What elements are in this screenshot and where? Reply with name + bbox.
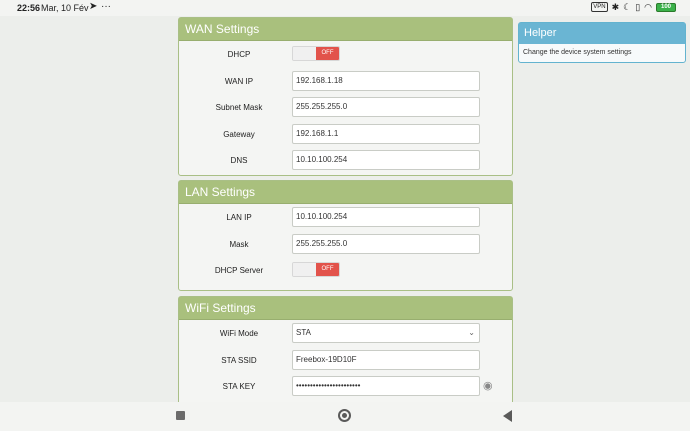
dhcp-toggle[interactable]: OFF xyxy=(292,46,340,61)
sta-ssid-input[interactable]: Freebox-19D10F xyxy=(292,349,480,370)
dhcp-server-toggle[interactable]: OFF xyxy=(292,262,340,277)
telegram-icon: ➤ xyxy=(89,1,98,12)
dhcp-row: DHCP OFF xyxy=(179,41,512,68)
mask-input[interactable]: 255.255.255.0 xyxy=(292,233,480,254)
wifi-mode-value: STA xyxy=(296,328,311,337)
recent-apps-icon[interactable] xyxy=(176,411,185,420)
toggle-state: OFF xyxy=(316,263,339,276)
subnet-mask-input[interactable]: 255.255.255.0 xyxy=(292,97,480,117)
wifi-mode-row: WiFi Mode STA ⌄ xyxy=(179,320,512,347)
toggle-knob xyxy=(293,263,316,276)
subnet-mask-row: Subnet Mask 255.255.255.0 xyxy=(179,94,512,121)
wifi-mode-select[interactable]: STA ⌄ xyxy=(292,323,480,343)
wan-ip-row: WAN IP 192.168.1.18 xyxy=(179,68,512,95)
sta-key-row: STA KEY ••••••••••••••••••••••• ◉ xyxy=(179,373,512,400)
status-bar: 22:56 Mar, 10 Fév ➤ ··· VPN ✱ ☾ ▯ ◠ 100 xyxy=(0,0,690,16)
gateway-label: Gateway xyxy=(223,129,255,139)
wifi-settings-title: WiFi Settings xyxy=(179,297,512,320)
dns-label: DNS xyxy=(230,156,248,165)
navigation-bar xyxy=(0,402,690,431)
subnet-mask-label: Subnet Mask xyxy=(215,103,263,112)
back-icon[interactable] xyxy=(503,410,512,422)
helper-panel: Helper Change the device system settings xyxy=(518,22,686,63)
wan-settings-title: WAN Settings xyxy=(179,18,512,41)
lan-settings-title: LAN Settings xyxy=(179,181,512,204)
do-not-disturb-icon: ☾ xyxy=(623,2,632,12)
dns-row: DNS 10.10.100.254 xyxy=(179,147,512,174)
toggle-knob xyxy=(293,47,316,60)
vibrate-icon: ▯ xyxy=(635,2,641,12)
wan-ip-label: WAN IP xyxy=(224,76,254,86)
dns-input[interactable]: 10.10.100.254 xyxy=(292,150,480,170)
dhcp-server-label: DHCP Server xyxy=(214,266,264,275)
helper-title: Helper xyxy=(519,23,685,44)
wifi-settings-panel: WiFi Settings WiFi Mode STA ⌄ STA SSID F… xyxy=(178,296,513,402)
sta-ssid-row: STA SSID Freebox-19D10F xyxy=(179,347,512,374)
lan-ip-label: LAN IP xyxy=(226,213,252,222)
gateway-input[interactable]: 192.168.1.1 xyxy=(292,123,480,144)
wifi-icon: ◠ xyxy=(644,2,652,12)
vpn-icon: VPN xyxy=(591,2,608,12)
helper-text: Change the device system settings xyxy=(523,49,632,56)
lan-ip-row: LAN IP 10.10.100.254 xyxy=(179,204,512,231)
lan-ip-input[interactable]: 10.10.100.254 xyxy=(292,207,480,227)
dhcp-server-row: DHCP Server OFF xyxy=(179,257,512,284)
bluetooth-icon: ✱ xyxy=(611,2,620,12)
sta-ssid-label: STA SSID xyxy=(221,355,257,365)
wifi-mode-label: WiFi Mode xyxy=(219,329,259,338)
status-date: Mar, 10 Fév xyxy=(41,3,89,13)
wan-ip-input[interactable]: 192.168.1.18 xyxy=(292,70,480,91)
more-notifications-icon: ··· xyxy=(101,1,111,12)
dhcp-label: DHCP xyxy=(227,50,251,59)
sta-key-input[interactable]: ••••••••••••••••••••••• xyxy=(292,376,480,396)
mask-label: Mask xyxy=(229,239,249,249)
toggle-state: OFF xyxy=(316,47,339,60)
page-content: WAN Settings DHCP OFF WAN IP 192.168.1.1… xyxy=(0,16,690,402)
battery-icon: 100 xyxy=(656,2,676,12)
show-password-eye-icon[interactable]: ◉ xyxy=(483,379,493,392)
mask-row: Mask 255.255.255.0 xyxy=(179,231,512,258)
sta-key-label: STA KEY xyxy=(222,382,256,391)
lan-settings-panel: LAN Settings LAN IP 10.10.100.254 Mask 2… xyxy=(178,180,513,291)
chevron-down-icon: ⌄ xyxy=(468,328,475,337)
home-icon[interactable] xyxy=(338,409,351,422)
wan-settings-panel: WAN Settings DHCP OFF WAN IP 192.168.1.1… xyxy=(178,17,513,176)
status-time: 22:56 xyxy=(17,3,41,13)
gateway-row: Gateway 192.168.1.1 xyxy=(179,121,512,148)
